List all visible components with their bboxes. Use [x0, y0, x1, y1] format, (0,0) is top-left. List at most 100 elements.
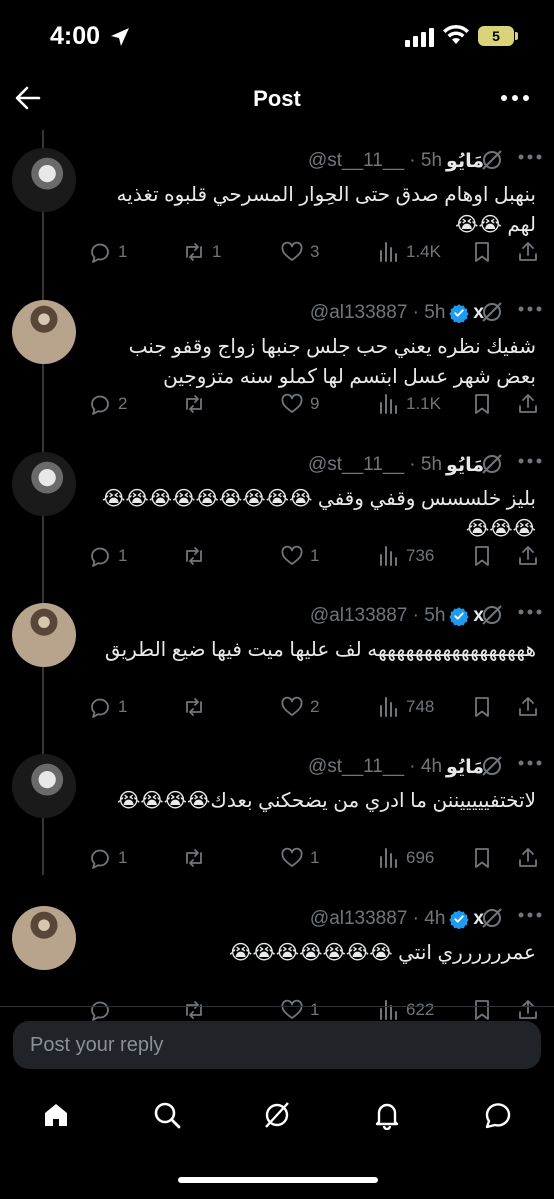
- tweet-more-icon[interactable]: [517, 304, 543, 314]
- avatar[interactable]: [12, 300, 76, 364]
- bookmark-button[interactable]: [470, 996, 494, 1024]
- views-button[interactable]: 736: [376, 542, 434, 570]
- bookmark-button[interactable]: [470, 238, 494, 266]
- tweet-actions: 1 1 696: [88, 844, 544, 872]
- like-count: 3: [310, 242, 320, 261]
- reply-icon: [91, 547, 109, 567]
- views-button[interactable]: 748: [376, 693, 434, 721]
- views-count: 622: [406, 1000, 435, 1019]
- reply-button[interactable]: 1: [88, 542, 127, 570]
- repost-button[interactable]: [182, 844, 212, 872]
- grok-icon[interactable]: [480, 300, 504, 324]
- tweet[interactable]: x @al133887 · 4h عمرررررري انتي 😭😭😭😭😭😭😭: [0, 888, 554, 1040]
- tweet[interactable]: مَايُو @st__11__ · 5h بنهبل اوهام صدق حت…: [0, 130, 554, 282]
- battery-level: 5: [492, 28, 500, 44]
- avatar[interactable]: [12, 603, 76, 667]
- bookmark-button[interactable]: [470, 844, 494, 872]
- more-icon[interactable]: [500, 93, 530, 103]
- like-count: 2: [310, 697, 320, 716]
- tweet[interactable]: مَايُو @st__11__ · 5h بليز خلسسس وقفي وق…: [0, 434, 554, 586]
- like-button[interactable]: 3: [280, 238, 319, 266]
- tweet-actions: 1 2 748: [88, 693, 544, 721]
- tweet-more-icon[interactable]: [517, 910, 543, 920]
- messages-icon[interactable]: [483, 1100, 513, 1130]
- repost-button[interactable]: [182, 693, 212, 721]
- like-icon: [281, 241, 303, 261]
- repost-button[interactable]: [182, 390, 212, 418]
- repost-button[interactable]: [182, 542, 212, 570]
- grok-icon[interactable]: [480, 148, 504, 172]
- views-icon: [380, 848, 397, 868]
- tweet-actions: 1 1 736: [88, 542, 544, 570]
- grok-icon[interactable]: [480, 603, 504, 627]
- share-button[interactable]: [516, 390, 540, 418]
- bookmark-button[interactable]: [470, 390, 494, 418]
- bookmark-icon: [475, 394, 489, 414]
- views-button[interactable]: 696: [376, 844, 434, 872]
- grok-icon[interactable]: [480, 452, 504, 476]
- author-name[interactable]: مَايُو: [446, 756, 484, 779]
- tweet-more-icon[interactable]: [517, 607, 543, 617]
- tweet[interactable]: مَايُو @st__11__ · 4h لاتختفيييييننن ما …: [0, 736, 554, 888]
- tweet-more-icon[interactable]: [517, 456, 543, 466]
- repost-button[interactable]: 1: [182, 238, 221, 266]
- reply-input[interactable]: Post your reply: [13, 1021, 541, 1069]
- share-icon: [519, 1000, 537, 1019]
- tweet[interactable]: x @al133887 · 5h شفيك نظره يعني حب جلس ج…: [0, 282, 554, 434]
- avatar[interactable]: [12, 452, 76, 516]
- reply-button[interactable]: 2: [88, 390, 127, 418]
- bookmark-button[interactable]: [470, 693, 494, 721]
- tweet-text: هههههههههههههههههه لف عليها ميت فيها ضيع…: [104, 639, 536, 661]
- avatar[interactable]: [12, 754, 76, 818]
- grok-icon[interactable]: [480, 906, 504, 930]
- author-handle-time: @al133887 · 5h: [309, 302, 446, 323]
- bookmark-icon: [475, 546, 489, 566]
- views-button[interactable]: 1.4K: [376, 238, 441, 266]
- like-count: 1: [310, 1000, 320, 1019]
- like-count: 9: [310, 394, 320, 413]
- share-button[interactable]: [516, 996, 540, 1024]
- views-button[interactable]: 1.1K: [376, 390, 441, 418]
- like-button[interactable]: 1: [280, 542, 319, 570]
- grok-icon[interactable]: [262, 1100, 292, 1130]
- search-icon[interactable]: [152, 1100, 182, 1130]
- author-name[interactable]: مَايُو: [446, 150, 484, 173]
- like-button[interactable]: 1: [280, 996, 319, 1024]
- views-count: 736: [406, 546, 435, 565]
- bookmark-icon: [475, 242, 489, 262]
- repost-icon: [186, 243, 202, 261]
- like-button[interactable]: 1: [280, 844, 319, 872]
- repost-icon: [186, 395, 202, 413]
- repost-count: 1: [212, 242, 222, 261]
- repost-button[interactable]: [182, 996, 212, 1024]
- avatar[interactable]: [12, 906, 76, 970]
- tweet-more-icon[interactable]: [517, 758, 543, 768]
- author-name[interactable]: مَايُو: [446, 454, 484, 477]
- grok-icon[interactable]: [480, 754, 504, 778]
- views-icon: [380, 242, 397, 262]
- notifications-icon[interactable]: [372, 1100, 402, 1130]
- reply-button[interactable]: 1: [88, 238, 127, 266]
- share-button[interactable]: [516, 844, 540, 872]
- tweet[interactable]: x @al133887 · 5h هههههههههههههههههه لف ع…: [0, 585, 554, 737]
- like-button[interactable]: 9: [280, 390, 319, 418]
- share-button[interactable]: [516, 542, 540, 570]
- views-count: 1.4K: [406, 242, 441, 261]
- tweet-actions: 2 9 1.1K: [88, 390, 544, 418]
- share-button[interactable]: [516, 238, 540, 266]
- reply-button[interactable]: 1: [88, 693, 127, 721]
- views-count: 1.1K: [406, 394, 441, 413]
- home-icon[interactable]: [41, 1100, 71, 1130]
- tweet-more-icon[interactable]: [517, 152, 543, 162]
- share-button[interactable]: [516, 693, 540, 721]
- reply-button[interactable]: 1: [88, 844, 127, 872]
- reply-button[interactable]: [88, 996, 118, 1024]
- tweet-author-line: x @al133887 · 4h: [310, 906, 484, 932]
- like-button[interactable]: 2: [280, 693, 319, 721]
- author-handle-time: @al133887 · 4h: [309, 908, 446, 929]
- views-button[interactable]: 622: [376, 996, 434, 1024]
- avatar[interactable]: [12, 148, 76, 212]
- bookmark-button[interactable]: [470, 542, 494, 570]
- battery-nub: [515, 32, 518, 40]
- author-handle-time: @al133887 · 5h: [309, 605, 446, 626]
